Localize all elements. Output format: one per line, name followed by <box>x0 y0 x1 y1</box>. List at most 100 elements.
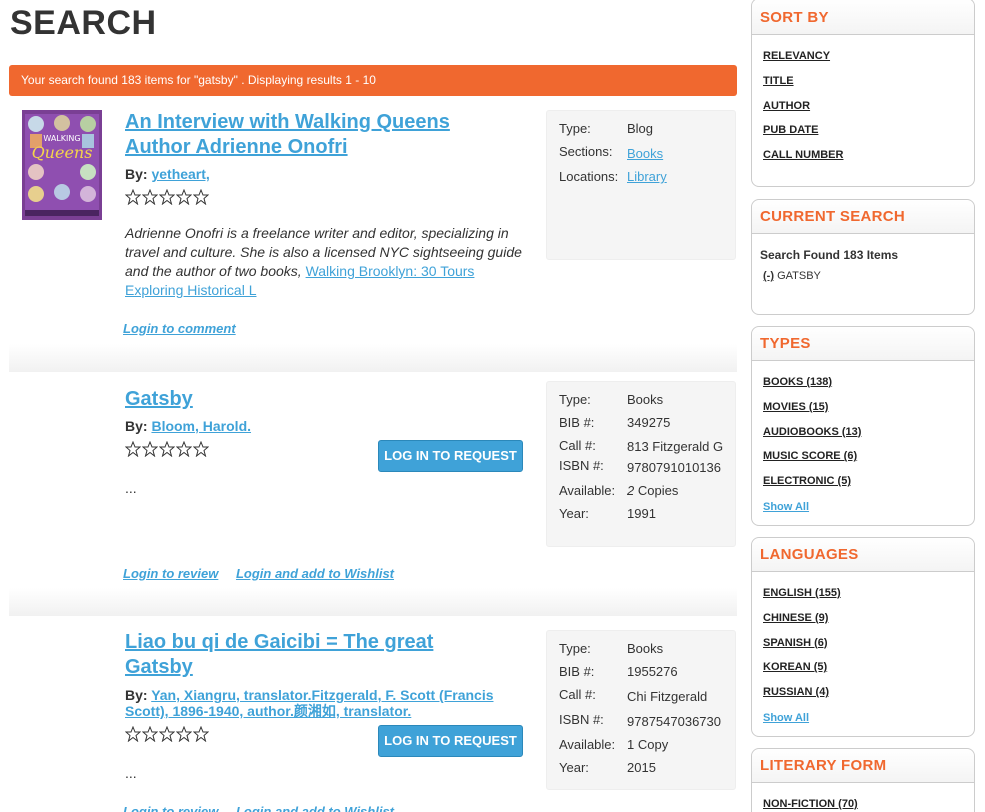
search-found-count: Search Found 183 Items <box>760 248 899 262</box>
literary-form-heading: LITERARY FORM <box>752 749 974 783</box>
facet-spanish[interactable]: SPANISH (6) <box>763 636 963 650</box>
facet-non-fiction[interactable]: NON-FICTION (70) <box>763 797 963 811</box>
log-in-to-request-button[interactable]: LOG IN TO REQUEST <box>378 725 523 757</box>
star-icon[interactable] <box>125 189 141 205</box>
add-to-wishlist-link[interactable]: Login and add to Wishlist <box>236 566 394 581</box>
meta-value: 2 Copies <box>627 483 679 498</box>
sort-option-relevancy[interactable]: RELEVANCY <box>763 49 963 63</box>
result-divider <box>9 344 737 372</box>
sort-by-panel: SORT BY RELEVANCY TITLE AUTHOR PUB DATE … <box>751 0 975 187</box>
star-rating[interactable] <box>125 726 209 742</box>
star-icon[interactable] <box>176 189 192 205</box>
search-term-label: GATSBY <box>777 270 821 282</box>
book-cover-image[interactable]: WALKING Queens <box>22 110 102 220</box>
meta-value: Chi Fitzgerald <box>627 689 708 704</box>
star-icon[interactable] <box>193 189 209 205</box>
author-link[interactable]: Bloom, Harold. <box>151 418 251 434</box>
meta-value: 349275 <box>627 415 671 430</box>
meta-value: 2015 <box>627 760 656 775</box>
svg-text:WALKING: WALKING <box>43 134 80 143</box>
action-links: Login to review Login and add to Wishlis… <box>123 566 408 581</box>
result-title-link[interactable]: Liao bu qi de Gaicibi = The great Gatsby <box>125 630 433 680</box>
result-author-line: By: Yan, Xiangru, translator.Fitzgerald,… <box>125 687 494 719</box>
result-item: Liao bu qi de Gaicibi = The great Gatsby… <box>9 630 737 812</box>
meta-value: Blog <box>627 121 654 136</box>
result-metadata: Type: Blog Sections: Books Locations: Libra… <box>546 110 736 260</box>
sort-option-title[interactable]: TITLE <box>763 74 963 88</box>
star-icon[interactable] <box>142 189 158 205</box>
meta-key: Type: <box>559 121 591 136</box>
result-item: Gatsby By: Bloom, Harold. LOG IN TO REQU… <box>9 381 737 616</box>
types-show-all-link[interactable]: Show All <box>752 501 974 513</box>
sort-by-heading: SORT BY <box>752 0 974 35</box>
meta-value: Books <box>627 641 664 656</box>
login-to-comment-link[interactable]: Login to comment <box>123 321 236 336</box>
facet-chinese[interactable]: CHINESE (9) <box>763 611 963 625</box>
author-link[interactable]: yetheart, <box>151 166 209 182</box>
star-icon[interactable] <box>125 726 141 742</box>
login-to-review-link[interactable]: Login to review <box>123 566 218 581</box>
facet-music-score[interactable]: MUSIC SCORE (6) <box>763 449 963 463</box>
sort-option-call-number[interactable]: CALL NUMBER <box>763 148 963 162</box>
login-to-review-link[interactable]: Login to review <box>123 804 218 812</box>
star-icon[interactable] <box>193 441 209 457</box>
action-links: Login to review Login and add to Wishlis… <box>123 804 408 812</box>
facet-movies[interactable]: MOVIES (15) <box>763 400 963 414</box>
languages-heading: LANGUAGES <box>752 538 974 572</box>
meta-key: Year: <box>559 506 589 521</box>
facet-audiobooks[interactable]: AUDIOBOOKS (13) <box>763 425 963 439</box>
svg-text:Queens: Queens <box>32 143 93 162</box>
star-icon[interactable] <box>159 189 175 205</box>
meta-key: Sections: <box>559 144 613 159</box>
types-panel: TYPES BOOKS (138) MOVIES (15) AUDIOBOOKS… <box>751 326 975 526</box>
star-rating[interactable] <box>125 189 209 205</box>
sort-option-author[interactable]: AUTHOR <box>763 99 963 113</box>
meta-value: 1991 <box>627 506 656 521</box>
literary-form-panel: LITERARY FORM NON-FICTION (70) <box>751 748 975 812</box>
types-heading: TYPES <box>752 327 974 361</box>
result-metadata: Type: Books BIB #: 349275 Call #: 813 Fitzg… <box>546 381 736 547</box>
facet-english[interactable]: ENGLISH (155) <box>763 586 963 600</box>
star-icon[interactable] <box>193 726 209 742</box>
remove-term-link[interactable]: (-) <box>763 270 774 282</box>
current-search-panel: CURRENT SEARCH Search Found 183 Items (-… <box>751 199 975 315</box>
page-title: SEARCH <box>10 4 157 42</box>
facet-electronic[interactable]: ELECTRONIC (5) <box>763 474 963 488</box>
result-divider <box>9 588 737 616</box>
facet-korean[interactable]: KOREAN (5) <box>763 660 963 674</box>
sort-option-pub-date[interactable]: PUB DATE <box>763 123 963 137</box>
result-excerpt: ... <box>125 765 137 781</box>
languages-panel: LANGUAGES ENGLISH (155) CHINESE (9) SPAN… <box>751 537 975 737</box>
location-link[interactable]: Library <box>627 169 727 185</box>
result-metadata: Type: Books BIB #: 1955276 Call #: Chi Fitz… <box>546 630 736 790</box>
facet-russian[interactable]: RUSSIAN (4) <box>763 685 963 699</box>
meta-key: Locations: <box>559 169 619 184</box>
log-in-to-request-button[interactable]: LOG IN TO REQUEST <box>378 440 523 472</box>
meta-value: 1 Copy <box>627 737 669 752</box>
facet-books[interactable]: BOOKS (138) <box>763 375 963 389</box>
meta-value: 9787547036730 <box>627 714 721 729</box>
star-icon[interactable] <box>159 726 175 742</box>
meta-key: ISBN #: <box>559 458 604 473</box>
result-title-link[interactable]: An Interview with Walking Queens Author … <box>125 110 450 160</box>
meta-key: Available: <box>559 737 616 752</box>
star-icon[interactable] <box>176 726 192 742</box>
meta-key: Type: <box>559 392 591 407</box>
meta-key: BIB #: <box>559 415 595 430</box>
star-icon[interactable] <box>142 726 158 742</box>
star-icon[interactable] <box>159 441 175 457</box>
languages-show-all-link[interactable]: Show All <box>752 712 974 724</box>
author-link[interactable]: Yan, Xiangru, translator.Fitzgerald, F. … <box>125 687 494 719</box>
result-item: WALKING Queens An Interview with Walking… <box>9 110 737 372</box>
section-link[interactable]: Books <box>627 146 727 162</box>
star-icon[interactable] <box>125 441 141 457</box>
current-search-heading: CURRENT SEARCH <box>752 200 974 234</box>
result-title-link[interactable]: Gatsby <box>125 387 193 412</box>
star-icon[interactable] <box>142 441 158 457</box>
meta-key: BIB #: <box>559 664 595 679</box>
add-to-wishlist-link[interactable]: Login and add to Wishlist <box>236 804 394 812</box>
star-rating[interactable] <box>125 441 209 457</box>
star-icon[interactable] <box>176 441 192 457</box>
current-search-term: (-) GATSBY <box>752 270 974 282</box>
action-links: Login to comment <box>123 321 250 336</box>
